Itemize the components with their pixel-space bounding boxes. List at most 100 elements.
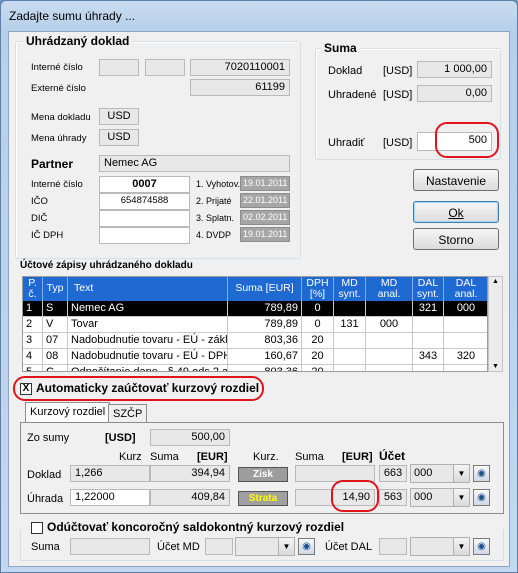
chevron-down-icon[interactable]: ▼: [453, 489, 469, 506]
konc-dal-lookup-icon[interactable]: ◉: [473, 538, 490, 555]
table-cell: 343: [413, 349, 444, 365]
tab-szcp[interactable]: SZČP: [108, 404, 148, 423]
uhrada-kurz-field[interactable]: 1,22000: [70, 489, 150, 506]
zisk-badge: Zisk: [238, 467, 288, 482]
ok-button[interactable]: Ok: [413, 201, 499, 223]
table-cell: 3: [23, 333, 43, 349]
table-vertical-scrollbar[interactable]: ▲ ▼: [488, 276, 503, 372]
scroll-up-icon[interactable]: ▲: [492, 278, 499, 285]
suma-uhradene-currency: [USD]: [383, 89, 413, 101]
interne-cislo-prefix-2: [145, 59, 185, 76]
hdr-suma: Suma: [150, 451, 179, 463]
table-cell: 20: [302, 365, 334, 371]
hdr-kurz2: Kurz.: [253, 451, 279, 463]
table-row[interactable]: 3 07 Nadobudnutie tovaru - EÚ - zákl 803,36…: [23, 333, 487, 349]
mena-dokladu-field: USD: [99, 108, 139, 125]
konc-ucet-md-label: Účet MD: [157, 541, 200, 553]
suma-doklad-label: Doklad: [328, 65, 363, 77]
konc-suma-field: [70, 538, 150, 555]
table-cell: [444, 317, 487, 333]
table-cell: 5: [23, 365, 43, 371]
col-header-pc[interactable]: P. č.: [23, 277, 43, 301]
dialog-client: Uhrádzaný doklad Interné číslo 702011000…: [8, 31, 510, 567]
uhrada-lookup-icon[interactable]: ◉: [473, 489, 490, 506]
chevron-down-icon[interactable]: ▼: [453, 538, 469, 555]
doklad-lookup-icon[interactable]: ◉: [473, 465, 490, 482]
storno-button[interactable]: Storno: [413, 228, 499, 250]
doklad-anal-select[interactable]: 000 ▼: [410, 464, 470, 483]
date-vyhotov-field: 19.01.2011: [240, 176, 290, 191]
chevron-down-icon[interactable]: ▼: [453, 465, 469, 482]
table-cell: Nadobudnutie tovaru - EÚ - DPH: [68, 349, 228, 365]
table-cell: 789,89: [228, 301, 302, 317]
scroll-down-icon[interactable]: ▼: [492, 363, 499, 370]
konc-ucet-dal-label: Účet DAL: [325, 541, 373, 553]
col-header-md-synt[interactable]: MD synt.: [334, 277, 366, 301]
konc-ucet-dal-field: [379, 538, 407, 555]
uhrada-diff-highlight: [331, 480, 379, 512]
table-cell: Nemec AG: [68, 301, 228, 317]
entries-table[interactable]: P. č. Typ Text Suma [EUR] DPH [%] MD synt. …: [22, 276, 488, 372]
hdr-eur: [EUR]: [197, 451, 228, 463]
table-row[interactable]: 5 C Odpočítanie dane - § 49 ods.2 a 803,36 2…: [23, 365, 487, 371]
table-cell: [413, 365, 444, 371]
zo-sumy-field: 500,00: [150, 429, 230, 446]
kurz-uhrada-label: Úhrada: [27, 493, 64, 505]
table-cell: 2: [23, 317, 43, 333]
col-header-text[interactable]: Text: [68, 277, 228, 301]
table-cell: [444, 365, 487, 371]
col-header-dal-anal[interactable]: DAL anal.: [444, 277, 487, 301]
konc-dal-anal-select[interactable]: ▼: [410, 537, 470, 556]
col-header-md-anal[interactable]: MD anal.: [366, 277, 413, 301]
table-cell: [366, 333, 413, 349]
doklad-suma-field: 394,94: [150, 465, 230, 482]
table-cell: 0: [302, 301, 334, 317]
uhrada-ucet-field: 563: [379, 489, 407, 506]
nastavenie-button[interactable]: Nastavenie: [413, 169, 499, 191]
table-cell: [366, 349, 413, 365]
table-cell: [413, 333, 444, 349]
table-cell: 789,89: [228, 317, 302, 333]
hdr-eur2: [EUR]: [342, 451, 373, 463]
zo-sumy-currency: [USD]: [105, 432, 136, 444]
hdr-ucet: Účet: [379, 449, 406, 463]
tab-kurzovy-rozdiel[interactable]: Kurzový rozdiel: [25, 402, 111, 423]
uhrada-anal-select[interactable]: 000 ▼: [410, 488, 470, 507]
interne-cislo-prefix-1: [99, 59, 139, 76]
table-cell: [366, 365, 413, 371]
col-header-suma[interactable]: Suma [EUR]: [228, 277, 302, 301]
doklad-group-title: Uhrádzaný doklad: [23, 34, 133, 48]
table-row[interactable]: 4 08 Nadobudnutie tovaru - EÚ - DPH 160,67 2…: [23, 349, 487, 365]
table-cell: Nadobudnutie tovaru - EÚ - zákl: [68, 333, 228, 349]
date-prijate-field: 22.01.2011: [240, 193, 290, 208]
doklad-ucet-field: 663: [379, 465, 407, 482]
ucty-title: Účtové zápisy uhrádzaného dokladu: [20, 260, 193, 271]
table-cell: 803,36: [228, 365, 302, 371]
col-header-dal-synt[interactable]: DAL synt.: [413, 277, 444, 301]
date-prijate-label: 2. Prijaté: [196, 196, 232, 206]
col-header-typ[interactable]: Typ: [43, 277, 68, 301]
ico-label: IČO: [31, 196, 48, 207]
col-header-dph[interactable]: DPH [%]: [302, 277, 334, 301]
uhradit-currency: [USD]: [383, 137, 413, 149]
table-cell: 320: [444, 349, 487, 365]
icdph-field: [99, 227, 190, 244]
table-cell: V: [43, 317, 68, 333]
ico-field: 654874588: [99, 193, 190, 210]
doklad-kurz-field: 1,266: [70, 465, 150, 482]
table-cell: 0: [302, 317, 334, 333]
konc-md-lookup-icon[interactable]: ◉: [298, 538, 315, 555]
table-cell: 4: [23, 349, 43, 365]
table-cell: C: [43, 365, 68, 371]
chevron-down-icon[interactable]: ▼: [278, 538, 294, 555]
mena-dokladu-label: Mena dokladu: [31, 112, 91, 123]
icdph-label: IČ DPH: [31, 230, 64, 241]
date-dvdp-field: 19.01.2011: [240, 227, 290, 242]
table-row[interactable]: 2 V Tovar 789,89 0 131 000: [23, 317, 487, 333]
table-cell: Odpočítanie dane - § 49 ods.2 a: [68, 365, 228, 371]
partner-interne-field: 0007: [99, 176, 190, 193]
table-row[interactable]: 1 S Nemec AG 789,89 0 321 000: [23, 301, 487, 317]
konc-md-anal-select[interactable]: ▼: [235, 537, 295, 556]
dic-field: [99, 210, 190, 227]
suma-uhradene-field: 0,00: [417, 85, 492, 102]
